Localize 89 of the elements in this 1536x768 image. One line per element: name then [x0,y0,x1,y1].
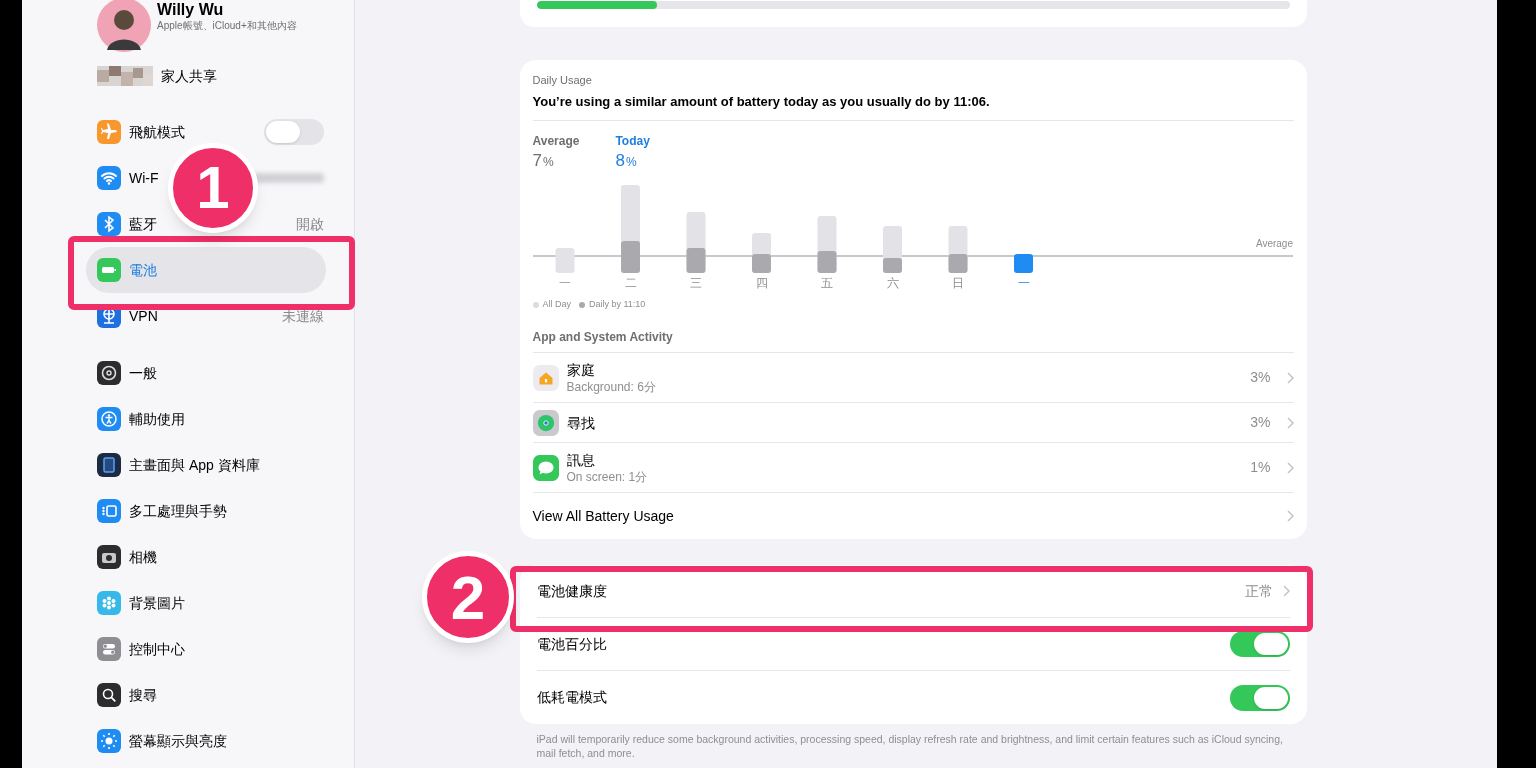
axis-label: 二 [624,276,636,290]
profile-subtitle: Apple帳號、iCloud+和其他內容 [157,19,298,33]
axis-label: Average [1255,238,1293,249]
axis-label: 四 [755,276,767,290]
control-icon [97,637,121,661]
stat-label: Today [615,133,650,149]
footnote: iPad will temporarily reduce some background activities, processing speed, display refresh rate and brightness, and limit certain features such as iCloud syncing, mail fetch, and more. [535,732,1284,760]
setting-label: 電池百分比 [536,634,608,654]
view-all-link[interactable]: View All Battery Usage [532,493,1294,539]
sidebar-item[interactable]: 多工處理與手勢 [129,500,227,522]
bar [948,226,967,273]
sidebar-item[interactable]: 主畫面與 App 資料庫 [129,454,260,476]
profile-name: Willy Wu [157,1,225,19]
usage-message: You’re using a similar amount of battery today as you usually do by 11:06. [532,94,1294,121]
axis-label: 六 [886,276,898,290]
sidebar-item[interactable]: 飛航模式 [129,121,185,143]
usage-percent: 1% [1250,458,1271,477]
sidebar-value: 開啟 [296,214,324,234]
app-name: 訊息 [566,450,596,469]
app-row[interactable]: 尋找 3% [532,403,1294,443]
homescreen-icon [97,453,121,477]
settings-row[interactable]: 電池百分比 [536,618,1290,671]
avatar[interactable] [97,0,151,52]
stat-label: Average [532,133,580,149]
axis-label: 一 [1017,276,1029,290]
sidebar-item[interactable]: 控制中心 [129,638,185,660]
app-name: 尋找 [566,413,596,432]
chevron-icon [1286,461,1294,474]
app-detail: Background: 6分 [566,378,657,395]
chevron-icon [1286,371,1294,384]
app-detail: On screen: 1分 [566,468,649,485]
settings-row[interactable]: 電池健康度 正常 [536,565,1290,618]
bar [555,248,574,273]
chevron-icon [1286,510,1294,522]
airplane-icon [97,120,121,144]
search-icon [97,683,121,707]
messages-icon [532,454,559,481]
axis-label: 五 [820,276,833,290]
bar [817,216,836,273]
chevron-icon [1282,585,1290,597]
bar [686,212,705,273]
usage-percent: 3% [1250,368,1271,387]
app-name: 家庭 [566,360,596,379]
bar [751,233,771,273]
sidebar-item[interactable]: Wi-F [129,167,159,189]
legend-label: All Day [542,298,571,312]
section-heading: App and System Activity [532,328,1294,353]
legend-label: Daily by 11:10 [589,298,646,312]
chevron-icon [1286,416,1294,429]
battery-icon [97,258,121,282]
home-icon [532,364,559,391]
sidebar-item[interactable]: 輔助使用 [129,408,185,430]
sidebar-item[interactable]: 搜尋 [129,684,157,706]
sidebar-item[interactable]: 相機 [129,546,157,568]
camera-icon [97,545,121,569]
sidebar-item[interactable]: 藍牙 [129,213,157,235]
sidebar-item[interactable]: 家人共享 [161,65,217,87]
sidebar-item[interactable]: 螢幕顯示與亮度 [129,730,227,752]
sidebar-value: 未連線 [282,306,324,326]
stat-value: 7% [532,150,555,172]
brightness-icon [97,729,121,753]
axis-label: 三 [689,276,702,290]
axis-label: 一 [558,276,571,290]
stat-value: 8% [615,150,638,172]
sidebar-item[interactable]: 背景圖片 [129,592,185,614]
toggle-switch[interactable] [264,119,324,145]
app-row[interactable]: 家庭 Background: 6分 3% [532,353,1294,403]
sidebar-item[interactable]: 一般 [129,362,157,384]
multitask-icon [97,499,121,523]
highlighted-bar [1013,254,1033,273]
sidebar-item[interactable]: VPN [129,305,158,327]
usage-percent: 3% [1250,413,1271,432]
step-badge: 2 [422,551,514,643]
settings-row[interactable]: 低耗電模式 [536,671,1290,724]
accessibility-icon [97,407,121,431]
setting-label: 電池健康度 [536,581,608,601]
wifi-icon [97,166,121,190]
app-row[interactable]: 訊息 On screen: 1分 1% [532,443,1294,493]
gear-icon [97,361,121,385]
toggle-switch[interactable] [1229,631,1290,657]
bluetooth-icon [97,212,121,236]
axis-label: 日 [951,276,964,290]
find-icon [532,409,559,436]
wallpaper-icon [97,591,121,615]
setting-value: 正常 [1244,581,1273,601]
setting-label: 低耗電模式 [536,688,608,707]
toggle-switch[interactable] [1229,684,1290,711]
bar [882,226,902,273]
section-heading: Daily Usage [532,73,593,88]
